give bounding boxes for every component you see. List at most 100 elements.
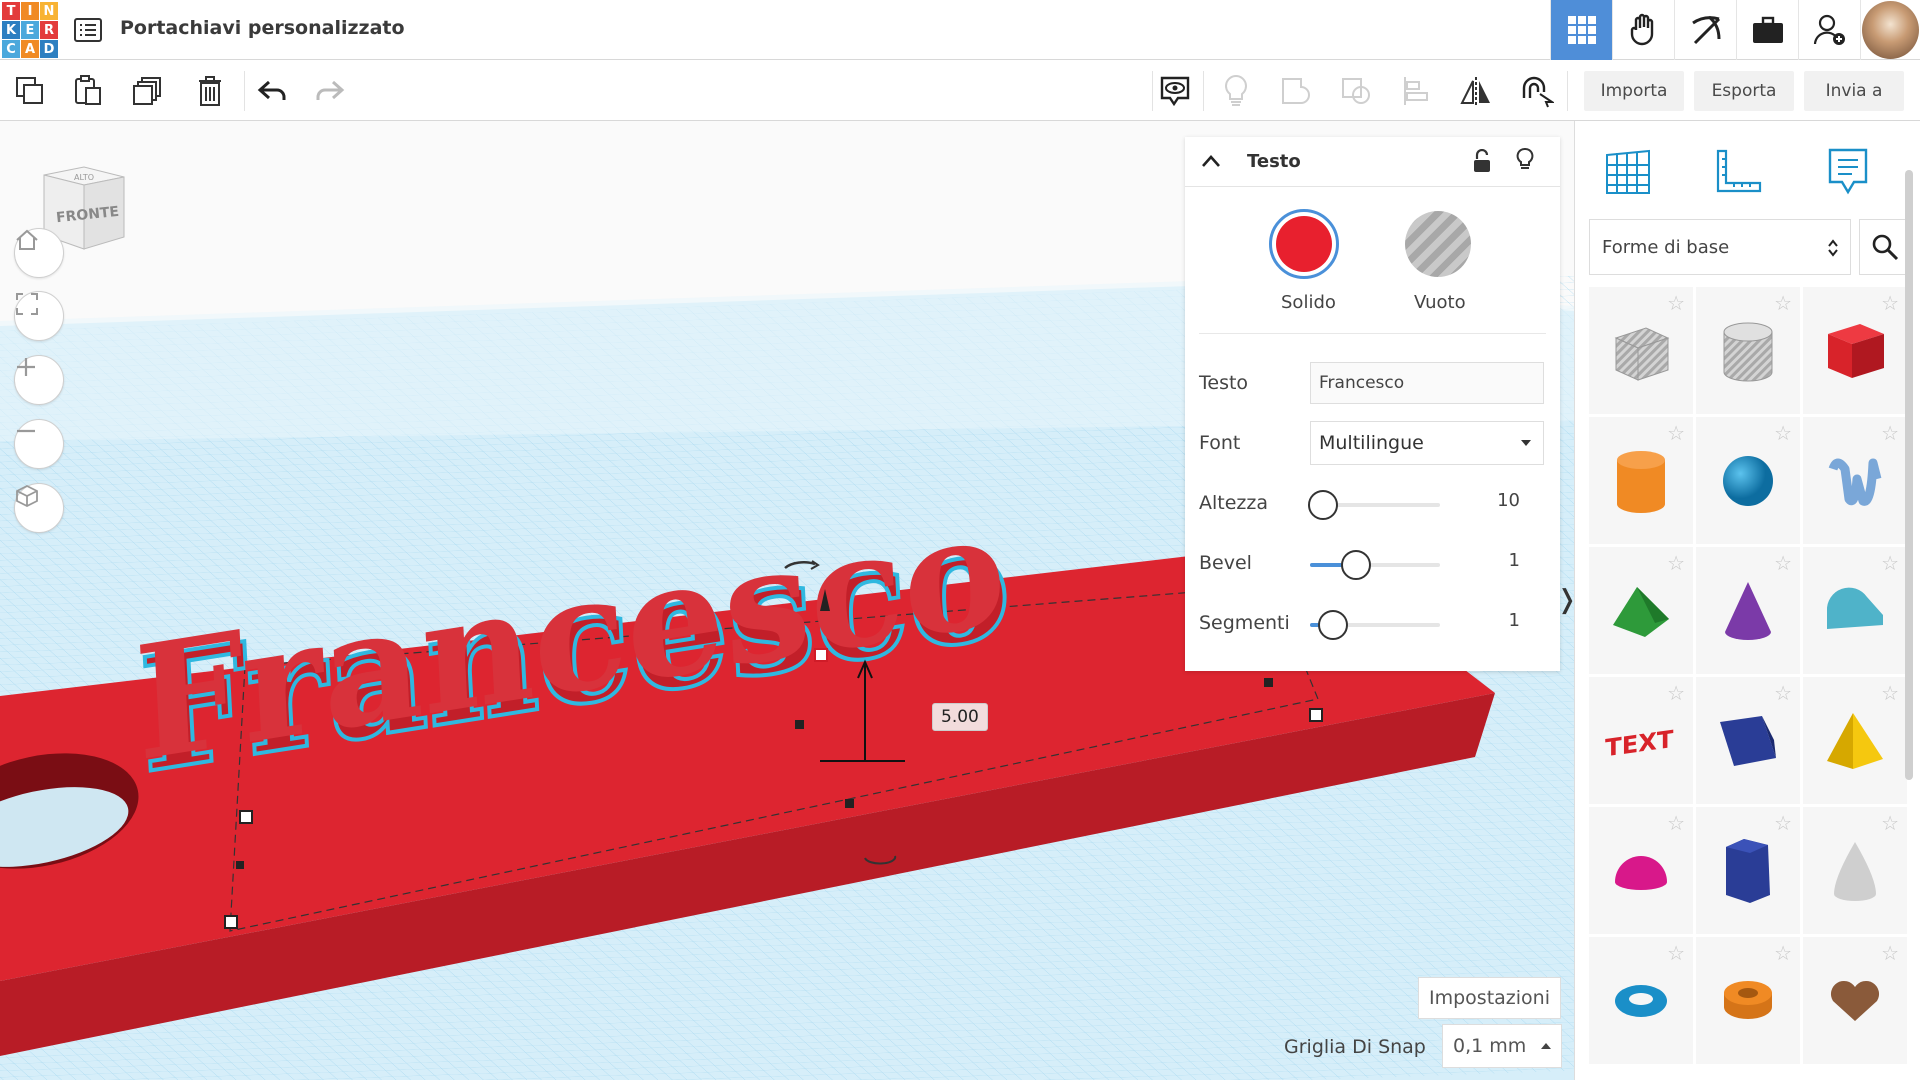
light-bulb-icon[interactable]	[1515, 147, 1535, 177]
favorite-star-icon[interactable]: ☆	[1667, 943, 1685, 963]
light-bulb-icon[interactable]	[1216, 71, 1256, 111]
bevel-value[interactable]: 1	[1509, 550, 1520, 571]
grid-view-icon[interactable]	[1550, 0, 1612, 60]
group-icon[interactable]	[1276, 71, 1316, 111]
user-avatar[interactable]	[1860, 0, 1920, 60]
redo-icon[interactable]	[310, 71, 350, 111]
hole-swatch[interactable]	[1405, 211, 1471, 277]
shape-box[interactable]: ☆	[1803, 287, 1907, 414]
favorite-star-icon[interactable]: ☆	[1881, 423, 1899, 443]
favorite-star-icon[interactable]: ☆	[1774, 293, 1792, 313]
font-select[interactable]: Multilingue	[1310, 421, 1544, 465]
notes-view-icon[interactable]	[1155, 71, 1195, 111]
document-title[interactable]: Portachiavi personalizzato	[120, 17, 405, 39]
shape-sphere[interactable]: ☆	[1696, 417, 1800, 544]
logo-letter: C	[2, 40, 20, 58]
favorite-star-icon[interactable]: ☆	[1667, 683, 1685, 703]
delete-icon[interactable]	[190, 71, 230, 111]
slider-thumb[interactable]	[1340, 550, 1371, 580]
shape-text[interactable]: TEXT ☆	[1589, 677, 1693, 804]
shape-category-select[interactable]: Forme di base	[1589, 219, 1851, 275]
height-slider[interactable]	[1308, 490, 1440, 520]
segments-slider[interactable]	[1310, 610, 1440, 640]
logo-letter: T	[2, 2, 20, 20]
favorite-star-icon[interactable]: ☆	[1667, 293, 1685, 313]
shape-scribble[interactable]: ☆	[1803, 417, 1907, 544]
chevron-up-icon[interactable]	[1201, 153, 1221, 172]
export-button[interactable]: Esporta	[1694, 71, 1794, 111]
shape-cone[interactable]: ☆	[1696, 547, 1800, 674]
grid-icon[interactable]	[1595, 139, 1661, 205]
shape-cylinder[interactable]: ☆	[1589, 417, 1693, 544]
zoom-out-icon[interactable]	[14, 419, 64, 469]
favorite-star-icon[interactable]: ☆	[1881, 943, 1899, 963]
copy-icon[interactable]	[10, 71, 50, 111]
perspective-icon[interactable]	[14, 483, 64, 533]
favorite-star-icon[interactable]: ☆	[1667, 553, 1685, 573]
ruler-icon[interactable]	[1705, 139, 1771, 205]
design-list-icon[interactable]	[72, 14, 104, 46]
favorite-star-icon[interactable]: ☆	[1774, 943, 1792, 963]
resize-handle[interactable]	[1309, 708, 1323, 722]
shape-torus[interactable]: ☆	[1589, 937, 1693, 1064]
shape-box-hole[interactable]: ☆	[1589, 287, 1693, 414]
text-input[interactable]: Francesco	[1310, 362, 1544, 404]
favorite-star-icon[interactable]: ☆	[1881, 683, 1899, 703]
height-dimension-value[interactable]: 5.00	[932, 703, 988, 731]
briefcase-icon[interactable]	[1736, 0, 1798, 60]
shape-roof[interactable]: ☆	[1589, 547, 1693, 674]
shape-paraboloid[interactable]: ☆	[1803, 807, 1907, 934]
favorite-star-icon[interactable]: ☆	[1774, 813, 1792, 833]
settings-button[interactable]: Impostazioni	[1418, 977, 1561, 1019]
hand-icon[interactable]	[1612, 0, 1674, 60]
align-icon[interactable]	[1396, 71, 1436, 111]
home-view-icon[interactable]	[14, 228, 64, 278]
undo-icon[interactable]	[252, 71, 292, 111]
height-label: Altezza	[1199, 492, 1269, 514]
solid-color-swatch[interactable]	[1269, 209, 1339, 279]
panel-collapse-chevron-icon[interactable]: ❭	[1556, 580, 1578, 620]
bevel-slider[interactable]	[1310, 550, 1440, 580]
lock-icon[interactable]	[1472, 148, 1492, 177]
snap-grid-select[interactable]: 0,1 mm	[1442, 1024, 1562, 1068]
import-button[interactable]: Importa	[1584, 71, 1684, 111]
shape-round-roof[interactable]: ☆	[1803, 547, 1907, 674]
pickaxe-icon[interactable]	[1674, 0, 1736, 60]
send-to-button[interactable]: Invia a	[1804, 71, 1904, 111]
ungroup-icon[interactable]	[1336, 71, 1376, 111]
sidebar-scrollbar[interactable]	[1905, 170, 1913, 780]
shape-tube[interactable]: ☆	[1696, 937, 1800, 1064]
height-value[interactable]: 10	[1497, 490, 1520, 511]
mirror-icon[interactable]	[1456, 71, 1496, 111]
favorite-star-icon[interactable]: ☆	[1774, 553, 1792, 573]
resize-handle[interactable]	[239, 810, 253, 824]
shape-polygon[interactable]: ☆	[1696, 807, 1800, 934]
shape-cylinder-hole[interactable]: ☆	[1696, 287, 1800, 414]
shape-heart[interactable]: ☆	[1803, 937, 1907, 1064]
resize-handle[interactable]	[224, 915, 238, 929]
editing-toolbar: Importa Esporta Invia a	[0, 61, 1920, 121]
segments-value[interactable]: 1	[1509, 610, 1520, 631]
slider-thumb[interactable]	[1318, 610, 1349, 640]
tinkercad-logo[interactable]: TIN KER CAD	[2, 2, 58, 58]
zoom-in-icon[interactable]	[14, 355, 64, 405]
shape-half-sphere[interactable]: ☆	[1589, 807, 1693, 934]
slider-thumb[interactable]	[1308, 490, 1338, 520]
favorite-star-icon[interactable]: ☆	[1774, 683, 1792, 703]
cruise-magnet-icon[interactable]	[1516, 71, 1556, 111]
fit-view-icon[interactable]	[14, 291, 64, 341]
shape-wedge[interactable]: ☆	[1696, 677, 1800, 804]
shapes-sidebar: Forme di base ☆ ☆ ☆ ☆ ☆ ☆ ☆ ☆ ☆ TEXT ☆ ☆ ☆ ☆ ☆ ☆ ☆ ☆ ☆	[1574, 121, 1920, 1080]
paste-icon[interactable]	[68, 71, 108, 111]
favorite-star-icon[interactable]: ☆	[1667, 813, 1685, 833]
favorite-star-icon[interactable]: ☆	[1774, 423, 1792, 443]
favorite-star-icon[interactable]: ☆	[1881, 553, 1899, 573]
favorite-star-icon[interactable]: ☆	[1881, 293, 1899, 313]
favorite-star-icon[interactable]: ☆	[1667, 423, 1685, 443]
shape-pyramid[interactable]: ☆	[1803, 677, 1907, 804]
search-icon[interactable]	[1859, 219, 1911, 275]
notes-icon[interactable]	[1815, 139, 1881, 205]
add-user-icon[interactable]	[1798, 0, 1860, 60]
favorite-star-icon[interactable]: ☆	[1881, 813, 1899, 833]
duplicate-icon[interactable]	[128, 71, 168, 111]
